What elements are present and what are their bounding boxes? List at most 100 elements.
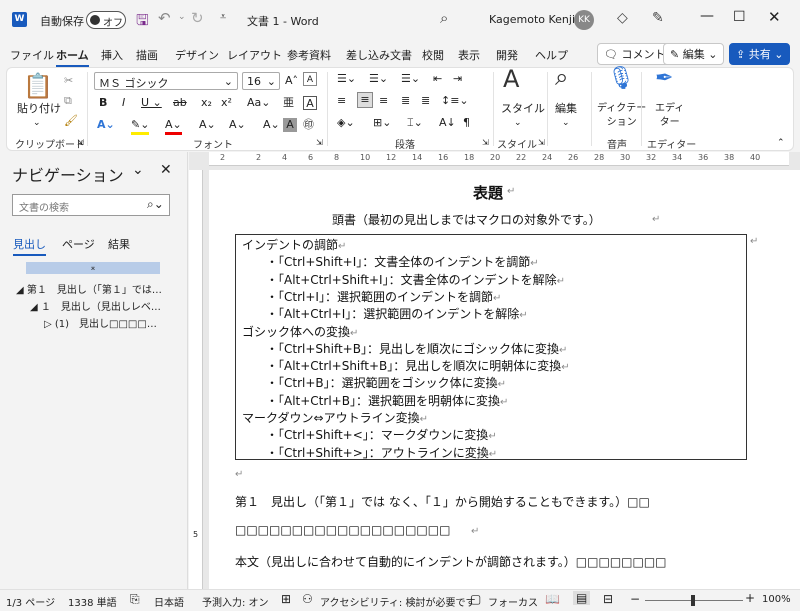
bold-icon[interactable]: B — [99, 96, 107, 110]
styles-icon[interactable]: A — [503, 67, 519, 91]
list-item[interactable]: ◢ １ 見出し（見出しレベ… — [30, 298, 161, 313]
language-label[interactable]: 日本語 — [154, 594, 184, 609]
editor-icon[interactable]: ✒ — [655, 68, 673, 90]
accessibility-icon[interactable]: ⚇ — [302, 592, 313, 606]
list-item[interactable]: ◢ 第１ 見出し（「第１」では… — [16, 281, 162, 296]
italic-icon[interactable]: I — [122, 96, 125, 110]
word-count[interactable]: 1338 単語 — [68, 594, 117, 609]
paste-dropdown-icon[interactable]: ⌄ — [33, 116, 41, 130]
nav-close-icon[interactable]: ✕ — [160, 162, 172, 178]
font-size-select[interactable]: 16 ⌄ — [242, 72, 280, 90]
font-launcher-icon[interactable]: ⇲ — [316, 136, 323, 150]
zoom-out-icon[interactable]: − — [630, 592, 640, 606]
enclosed-char-icon[interactable]: ㊞ — [303, 118, 314, 132]
nav-tab-results[interactable]: 結果 — [108, 236, 130, 252]
char-shading-icon[interactable]: A⌄ — [199, 118, 216, 132]
maximize-icon[interactable]: ☐ — [733, 9, 746, 25]
char-enclose-icon[interactable]: A⌄ — [263, 118, 280, 132]
microphone-icon[interactable]: 🎙 — [607, 68, 635, 90]
share-button[interactable]: ⇪ 共有 ⌄ — [729, 43, 791, 65]
undo-icon[interactable]: ↶ — [158, 9, 171, 27]
tab-review[interactable]: 校閲 — [422, 47, 444, 63]
distribute-icon[interactable]: ≣ — [421, 94, 430, 108]
nav-tab-headings[interactable]: 見出し — [13, 236, 46, 256]
search-icon[interactable]: ⌕⌄ — [147, 197, 164, 212]
nav-options-icon[interactable]: ⌄ — [132, 162, 144, 178]
line-spacing-icon[interactable]: ↕≡⌄ — [441, 94, 469, 108]
editing-button[interactable]: 編集 — [555, 102, 577, 116]
tab-file[interactable]: ファイル — [10, 47, 54, 63]
zoom-level[interactable]: 100% — [762, 594, 791, 605]
tab-references[interactable]: 参考資料 — [287, 47, 331, 63]
text-box[interactable]: インデントの調節↵ ・「Ctrl+Shift+I」：文書全体のインデントを調節↵ ・… — [235, 234, 747, 460]
numbering-icon[interactable]: ☰⌄ — [369, 72, 388, 86]
text-predictions[interactable]: 予測入力: オン — [202, 594, 269, 609]
text-direction-icon[interactable]: ⌶⌄ — [407, 116, 423, 130]
web-layout-icon[interactable]: ⊟ — [603, 592, 613, 606]
close-icon[interactable]: ✕ — [768, 8, 781, 26]
tab-draw[interactable]: 描画 — [136, 47, 158, 63]
paragraph-launcher-icon[interactable]: ⇲ — [482, 136, 489, 150]
styles-dropdown-icon[interactable]: ⌄ — [514, 116, 522, 130]
tab-insert[interactable]: 挿入 — [101, 47, 123, 63]
zoom-in-icon[interactable]: + — [745, 591, 755, 605]
read-mode-icon[interactable]: 📖 — [545, 592, 560, 606]
increase-indent-icon[interactable]: ⇥ — [453, 72, 462, 86]
user-name[interactable]: Kagemoto Kenji — [489, 13, 575, 26]
align-right-icon[interactable]: ≡ — [379, 94, 388, 108]
show-marks-icon[interactable]: ¶ — [463, 116, 470, 130]
proofing-icon[interactable]: ⎘ — [130, 592, 140, 607]
underline-icon[interactable]: U ⌄ — [141, 96, 162, 110]
zoom-slider[interactable] — [645, 595, 743, 606]
autosave-toggle[interactable]: オフ — [86, 11, 126, 29]
cut-icon[interactable]: ✂ — [64, 74, 73, 88]
sort-icon[interactable]: A↓ — [439, 116, 456, 130]
tab-developer[interactable]: 開発 — [496, 47, 518, 63]
highlight-icon[interactable]: ✎⌄ — [131, 118, 150, 135]
paste-button[interactable]: 貼り付け — [17, 102, 61, 116]
document-page[interactable]: 表題 ↵ 頭書（最初の見出しまではマクロの対象外です。） ↵ ↵ インデントの調… — [209, 170, 800, 590]
minimize-icon[interactable]: — — [700, 8, 714, 24]
char-shade-icon[interactable]: A — [283, 118, 297, 132]
nav-search-input[interactable]: 文書の検索 ⌕⌄ — [12, 194, 170, 216]
page-count[interactable]: 1/3 ページ — [6, 594, 55, 609]
format-painter-icon[interactable]: 🖌 — [64, 114, 78, 128]
char-border-icon[interactable]: A — [303, 96, 317, 110]
macro-icon[interactable]: ⊞ — [281, 592, 291, 606]
customize-qat-icon[interactable]: ⩡ — [220, 10, 226, 24]
tab-home[interactable]: ホーム — [56, 47, 89, 67]
ribbon-collapse-icon[interactable]: ⌃ — [777, 136, 785, 150]
focus-mode[interactable]: フォーカス — [488, 594, 538, 609]
subscript-icon[interactable]: x₂ — [201, 96, 212, 110]
paste-icon[interactable]: 📋 — [23, 72, 53, 100]
clipboard-launcher-icon[interactable]: ⇲ — [77, 136, 84, 150]
avatar[interactable]: KK — [574, 10, 594, 30]
bullets-icon[interactable]: ☰⌄ — [337, 72, 356, 86]
char-spacing-icon[interactable]: A⌄ — [229, 118, 246, 132]
justify-icon[interactable]: ≣ — [401, 94, 410, 108]
comment-button[interactable]: 🗨 コメント — [597, 43, 673, 65]
undo-dropdown-icon[interactable]: ⌄ — [178, 12, 186, 22]
grow-font-icon[interactable]: A˄ — [285, 74, 298, 88]
zoom-slider-thumb[interactable] — [691, 595, 695, 606]
multilevel-icon[interactable]: ☰⌄ — [401, 72, 420, 86]
clear-format-icon[interactable]: A — [303, 72, 317, 86]
search-icon[interactable]: ⌕ — [440, 9, 448, 27]
decrease-indent-icon[interactable]: ⇤ — [433, 72, 442, 86]
print-layout-icon[interactable]: ▤ — [573, 591, 591, 605]
tab-design[interactable]: デザイン — [175, 47, 219, 63]
dictation-button[interactable]: ディクテー ション — [597, 102, 646, 130]
strikethrough-icon[interactable]: ab — [173, 96, 187, 110]
phonetic-guide-icon[interactable]: 亜 — [283, 96, 294, 110]
edit-mode-button[interactable]: ✎ 編集 ⌄ — [663, 43, 725, 65]
shading-icon[interactable]: ◈⌄ — [337, 116, 355, 130]
focus-icon[interactable]: ▢ — [470, 592, 481, 606]
editor-button[interactable]: エディ ター — [655, 102, 684, 130]
align-left-icon[interactable]: ≡ — [337, 94, 346, 108]
font-name-select[interactable]: ＭＳ ゴシック ⌄ — [94, 72, 238, 90]
save-icon[interactable]: 🖫 — [136, 10, 149, 35]
copy-icon[interactable]: ⧉ — [64, 94, 72, 108]
list-item[interactable]: ▷ (1) 見出し□□□□… — [44, 315, 157, 330]
vertical-ruler[interactable] — [189, 170, 203, 589]
editing-dropdown-icon[interactable]: ⌄ — [562, 116, 570, 130]
